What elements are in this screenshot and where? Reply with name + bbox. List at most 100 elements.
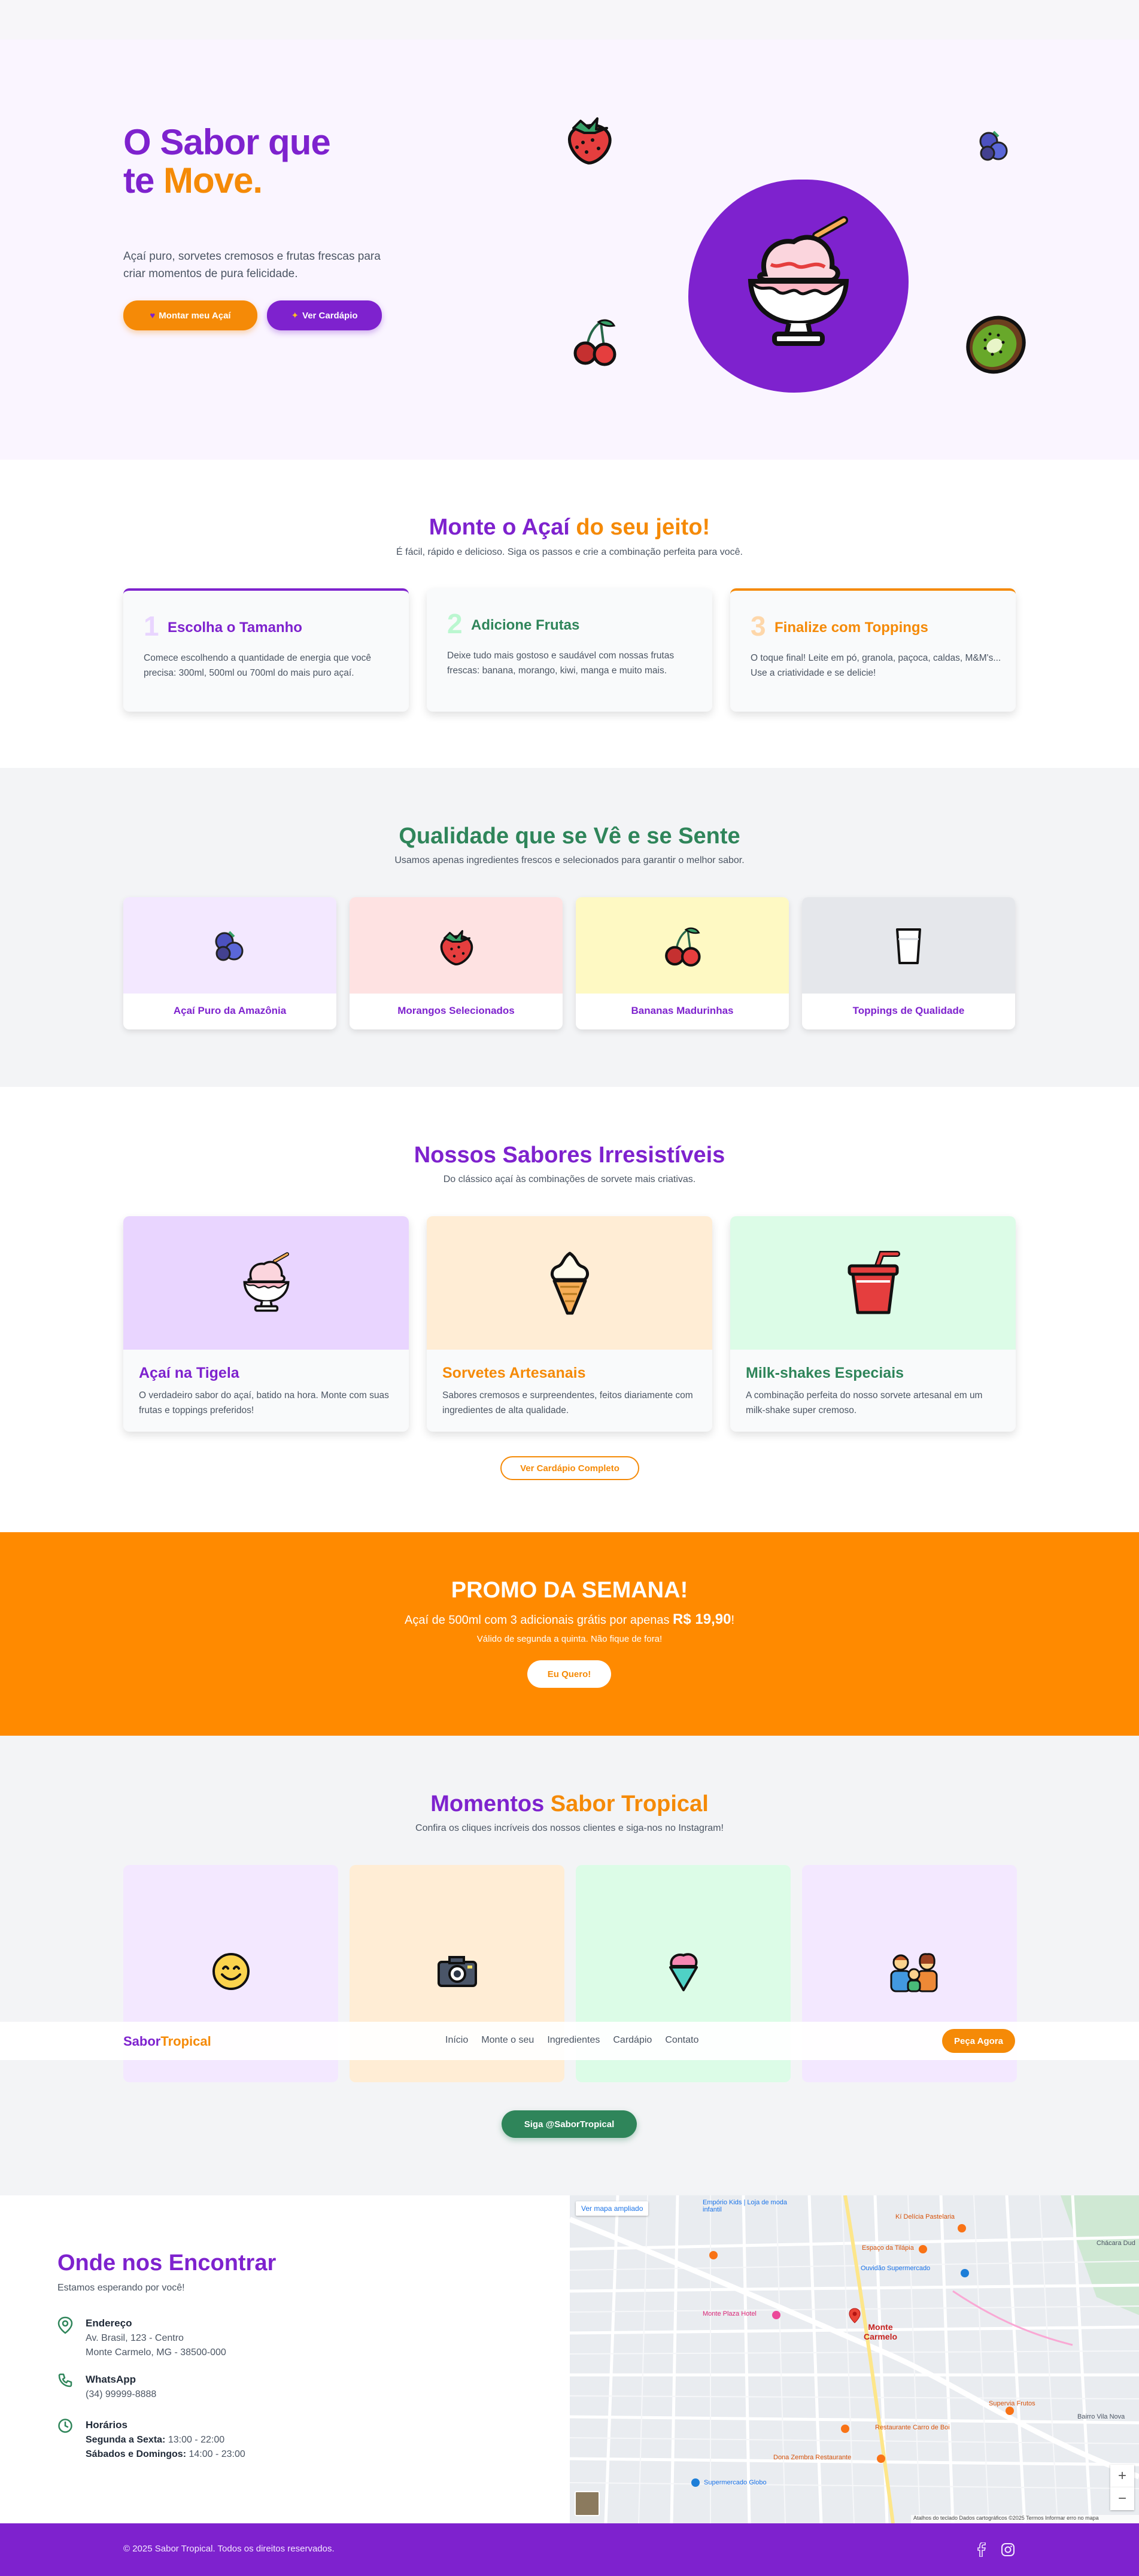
map-label: Supervia Frutos xyxy=(989,2400,1035,2407)
hours-weekdays-label: Segunda a Sexta: xyxy=(86,2435,166,2445)
quality-label: Morangos Selecionados xyxy=(397,1005,515,1016)
map-label: Dona Zembra Restaurante xyxy=(773,2454,852,2461)
map-label: Supermercado Globo xyxy=(704,2479,767,2486)
logo[interactable]: SaborTropical xyxy=(123,2034,211,2049)
hours-weekend-value: 14:00 - 23:00 xyxy=(186,2449,245,2459)
moments-subtitle: Confira os cliques incríveis dos nossos … xyxy=(415,1823,724,1833)
map-label: Espaço da Tilápia xyxy=(862,2244,914,2252)
footer: © 2025 Sabor Tropical. Todos os direitos… xyxy=(0,2523,1139,2576)
quality-label: Açaí Puro da Amazônia xyxy=(173,1005,287,1016)
hero-title: O Sabor que te Move. xyxy=(123,123,331,201)
build-subtitle: É fácil, rápido e delicioso. Siga os pas… xyxy=(396,547,743,557)
map-pin-icon xyxy=(57,2316,73,2334)
nav-link-home[interactable]: Início xyxy=(445,2035,468,2046)
flavors-subtitle: Do clássico açaí às combinações de sorve… xyxy=(443,1174,696,1184)
promo-line-b: ! xyxy=(731,1614,734,1627)
map-label: Restaurante Carro de Boi xyxy=(875,2424,950,2431)
step-desc: Deixe tudo mais gostoso e saudável com n… xyxy=(447,651,675,676)
view-larger-map-link[interactable]: Ver mapa ampliado xyxy=(576,2201,649,2216)
build-acai-label: Montar meu Açaí xyxy=(159,310,231,321)
zoom-out-label: − xyxy=(1117,2490,1126,2507)
nav-link-menu[interactable]: Cardápio xyxy=(613,2035,652,2046)
moments-title-a: Momentos xyxy=(430,1791,545,1816)
nav-link-contact[interactable]: Contato xyxy=(665,2035,698,2046)
map-label: Bairro Vila Nova xyxy=(1077,2413,1125,2420)
whatsapp-label: WhatsApp xyxy=(86,2374,136,2385)
build-acai-button[interactable]: ♥ Montar meu Açaí xyxy=(123,300,257,330)
flavor-desc: O verdadeiro sabor do açaí, batido na ho… xyxy=(139,1390,389,1415)
promo-price: R$ 19,90 xyxy=(673,1611,731,1627)
map-label: Kí Delícia Pastelaria xyxy=(895,2213,955,2220)
flavor-desc: A combinação perfeita do nosso sorvete a… xyxy=(746,1390,983,1415)
full-menu-button[interactable]: Ver Cardápio Completo xyxy=(500,1456,639,1480)
step-number: 1 xyxy=(144,610,159,642)
quality-card: Bananas Madurinhas xyxy=(576,897,789,1029)
step-number: 2 xyxy=(447,608,463,639)
flavor-title: Milk-shakes Especiais xyxy=(746,1365,904,1381)
map-zoom-in-button[interactable]: + xyxy=(1110,2465,1134,2487)
map-zoom-out-button[interactable]: − xyxy=(1110,2487,1134,2510)
build-title: Monte o Açaí do seu jeito! xyxy=(0,515,1139,540)
cup-with-straw-icon xyxy=(840,1250,907,1317)
zoom-in-label: + xyxy=(1117,2468,1126,2484)
soft-ice-cream-icon xyxy=(536,1248,603,1318)
camera-icon xyxy=(436,1950,479,1993)
location-section: Onde nos Encontrar Estamos esperando por… xyxy=(0,2195,570,2523)
hours-weekdays-value: 13:00 - 22:00 xyxy=(165,2435,225,2445)
quality-card: Morangos Selecionados xyxy=(350,897,563,1029)
whatsapp-number[interactable]: (34) 99999-8888 xyxy=(86,2389,156,2400)
order-now-button[interactable]: Peça Agora xyxy=(942,2029,1015,2053)
instagram-icon[interactable] xyxy=(1001,2542,1015,2557)
promo-section: PROMO DA SEMANA! Açaí de 500ml com 3 adi… xyxy=(0,1532,1139,1736)
nav-link-ingredients[interactable]: Ingredientes xyxy=(547,2035,600,2046)
quality-subtitle: Usamos apenas ingredientes frescos e sel… xyxy=(394,855,745,865)
family-icon xyxy=(885,1949,945,1994)
step-card-1: 1 Escolha o Tamanho Comece escolhendo a … xyxy=(123,588,409,712)
map-label: Empório Kids | Loja de moda infantil xyxy=(703,2199,788,2213)
step-desc: Comece escolhendo a quantidade de energi… xyxy=(144,653,372,678)
follow-instagram-label: Siga @SaborTropical xyxy=(524,2119,615,2130)
quality-title: Qualidade que se Vê e se Sente xyxy=(399,824,740,849)
map-label: Ouvidão Supermercado xyxy=(861,2265,931,2272)
promo-title: PROMO DA SEMANA! xyxy=(451,1578,688,1603)
footer-copyright: © 2025 Sabor Tropical. Todos os direitos… xyxy=(123,2544,335,2554)
hero-subtitle: Açaí puro, sorvetes cremosos e frutas fr… xyxy=(123,250,381,280)
step-title: Finalize com Toppings xyxy=(774,619,928,636)
map-satellite-toggle[interactable] xyxy=(575,2491,600,2516)
smiling-face-icon xyxy=(209,1950,253,1993)
promo-cta-button[interactable]: Eu Quero! xyxy=(527,1660,611,1688)
sparkle-icon: ✦ xyxy=(291,311,299,321)
quality-label: Bananas Madurinhas xyxy=(631,1005,734,1016)
hours-weekend-label: Sábados e Domingos: xyxy=(86,2449,187,2459)
view-menu-label: Ver Cardápio xyxy=(302,310,358,321)
step-number: 3 xyxy=(751,610,766,642)
step-title: Escolha o Tamanho xyxy=(168,619,302,636)
promo-line-a: Açaí de 500ml com 3 adicionais grátis po… xyxy=(405,1614,673,1627)
hours-label: Horários xyxy=(86,2419,127,2431)
hours-weekend: Sábados e Domingos: 14:00 - 23:00 xyxy=(86,2449,245,2460)
order-now-label: Peça Agora xyxy=(954,2036,1003,2046)
promo-line: Açaí de 500ml com 3 adicionais grátis po… xyxy=(0,1611,1139,1628)
map-attribution-text: Atalhos do teclado Dados cartográficos ©… xyxy=(913,2515,1099,2521)
shaved-ice-icon xyxy=(727,212,870,356)
quality-label: Toppings de Qualidade xyxy=(852,1005,965,1016)
view-menu-button[interactable]: ✦ Ver Cardápio xyxy=(267,300,382,330)
hero-title-highlight: Move xyxy=(163,160,253,201)
quality-card: Açaí Puro da Amazônia xyxy=(123,897,336,1029)
moments-title-b: Sabor Tropical xyxy=(550,1791,709,1816)
step-card-3: 3 Finalize com Toppings O toque final! L… xyxy=(730,588,1016,712)
phone-icon xyxy=(57,2373,73,2388)
follow-instagram-button[interactable]: Siga @SaborTropical xyxy=(502,2110,637,2138)
hero-title-dot: . xyxy=(253,160,263,201)
moments-title: Momentos Sabor Tropical xyxy=(0,1791,1139,1817)
flavor-desc: Sabores cremosos e surpreendentes, feito… xyxy=(442,1390,693,1415)
facebook-icon[interactable] xyxy=(977,2542,991,2557)
address-line1: Av. Brasil, 123 - Centro xyxy=(86,2333,184,2343)
nav-link-build[interactable]: Monte o seu xyxy=(481,2035,534,2046)
flavor-title: Sorvetes Artesanais xyxy=(442,1365,586,1381)
hours-weekdays: Segunda a Sexta: 13:00 - 22:00 xyxy=(86,2435,224,2446)
clock-icon xyxy=(57,2418,73,2434)
strawberry-icon xyxy=(560,110,618,168)
promo-cta-label: Eu Quero! xyxy=(547,1669,591,1679)
map-embed[interactable]: Ver mapa ampliado Empório Kids | Loja de… xyxy=(570,2195,1139,2523)
